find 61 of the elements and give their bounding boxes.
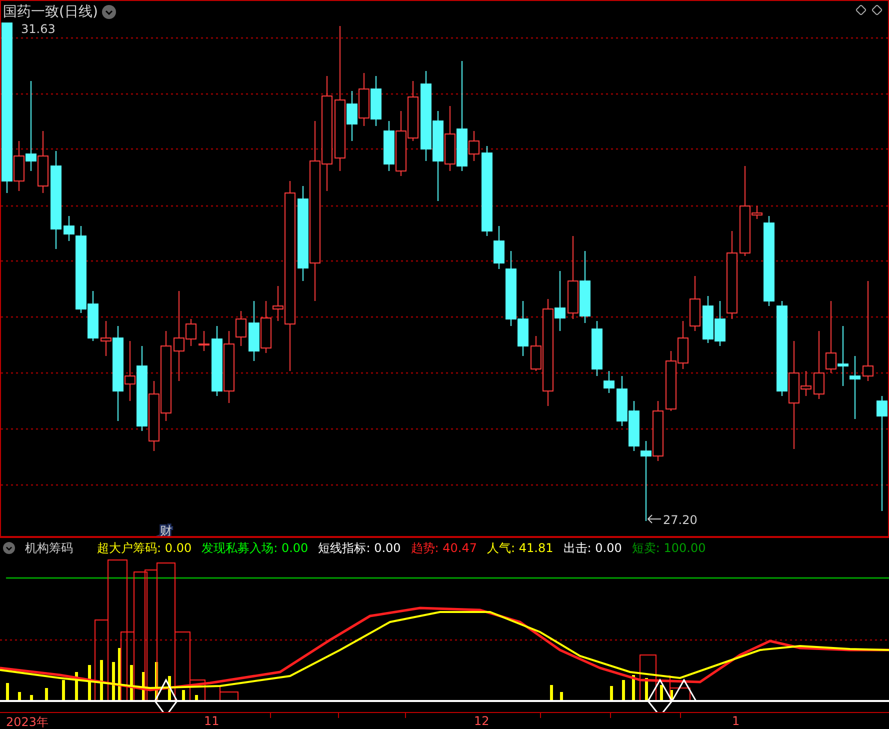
chip-bar — [632, 675, 635, 701]
candlestick — [198, 330, 210, 352]
candlestick — [148, 380, 160, 452]
candlestick — [616, 376, 628, 426]
candlestick — [690, 276, 700, 332]
low-price-label: 27.20 — [663, 513, 698, 527]
candlestick — [358, 72, 370, 126]
candlestick — [666, 350, 676, 412]
chart-title: 国药一致(日线) — [3, 3, 98, 21]
legend-item: 人气: 41.81 — [487, 540, 554, 556]
chip-bar — [168, 676, 171, 701]
dropdown-icon[interactable] — [102, 5, 116, 19]
chip-bar — [610, 686, 613, 701]
chip-bar — [645, 678, 648, 701]
candlestick — [396, 110, 406, 176]
high-price-label: 31.63 — [21, 22, 56, 36]
chip-bar — [118, 648, 121, 701]
chip-bar — [560, 692, 563, 701]
candlestick — [518, 300, 528, 356]
chip-bar — [62, 680, 65, 701]
candlestick — [850, 356, 860, 420]
candlestick — [384, 120, 394, 172]
candlestick — [702, 296, 714, 344]
chip-bar — [75, 672, 78, 701]
chip-bar — [18, 692, 21, 701]
chip-bar — [195, 695, 198, 701]
chip-bar — [30, 695, 33, 701]
candlestick — [248, 300, 260, 362]
indicator-name: 机构筹码 — [25, 540, 73, 556]
chip-bar — [182, 690, 185, 701]
candlestick — [212, 326, 222, 396]
candlestick — [370, 76, 382, 126]
arrow-icon — [647, 514, 662, 524]
chip-bar — [622, 680, 625, 701]
legend-item: 发现私募入场: 0.00 — [202, 540, 308, 556]
chip-bar — [45, 688, 48, 701]
candlestick — [408, 80, 418, 142]
legend-item: 趋势: 40.47 — [410, 540, 478, 556]
chip-bar — [6, 683, 9, 701]
axis-label: 11 — [204, 714, 220, 728]
chip-bar — [670, 690, 673, 701]
candlestick — [814, 330, 824, 400]
chip-bar — [155, 662, 158, 701]
chip-bar — [112, 662, 115, 701]
candlestick — [838, 326, 848, 386]
legend-item: 出击: 0.00 — [563, 540, 622, 556]
axis-label: 2023年 — [6, 714, 49, 729]
legend-item: 短线指标: 0.00 — [318, 540, 401, 556]
dropdown-icon[interactable] — [3, 542, 15, 554]
candlestick — [652, 400, 664, 462]
chip-bar — [142, 672, 145, 701]
legend-item: 短卖: 100.00 — [632, 540, 706, 556]
candlestick — [678, 320, 688, 370]
chip-bar — [100, 660, 103, 701]
axis-label: 12 — [474, 714, 490, 728]
legend-item: 超大户筹码: 0.00 — [97, 540, 192, 556]
chip-bar — [130, 665, 133, 701]
chip-bar — [550, 685, 553, 701]
chip-bar — [88, 665, 91, 701]
axis-label: 1 — [732, 714, 740, 728]
chip-bar — [660, 685, 663, 701]
